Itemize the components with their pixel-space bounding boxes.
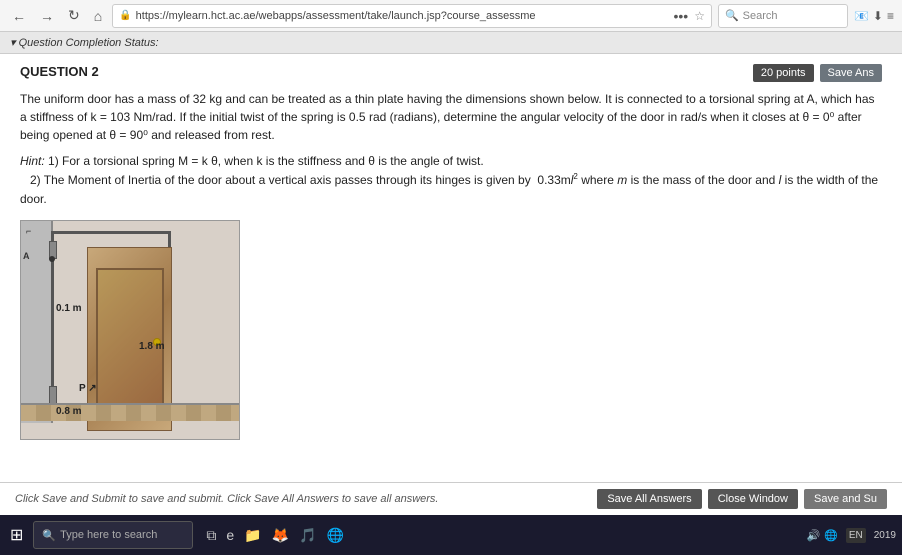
browser-action-buttons: 📧 ⬇ ≡ xyxy=(854,9,894,23)
question-title: QUESTION 2 xyxy=(20,64,99,79)
address-bar[interactable]: 🔒 https://mylearn.hct.ac.ae/webapps/asse… xyxy=(112,4,712,28)
email-icon: 📧 xyxy=(854,9,869,23)
volume-icon: 🔊 xyxy=(806,529,820,542)
app2-button[interactable]: 🌐 xyxy=(324,525,347,546)
taskbar-search-icon: 🔍 xyxy=(42,529,56,542)
start-button[interactable]: ⊞ xyxy=(6,523,27,547)
taskbar-search-box[interactable]: 🔍 Type here to search xyxy=(33,521,193,549)
search-label: Search xyxy=(743,10,778,22)
question-text: The uniform door has a mass of 32 kg and… xyxy=(20,90,882,144)
url-text: https://mylearn.hct.ac.ae/webapps/assess… xyxy=(136,10,668,22)
points-badge: 20 points xyxy=(753,64,814,82)
lock-icon: 🔒 xyxy=(119,10,131,21)
bookmark-icon: ☆ xyxy=(694,9,705,23)
taskbar: ⊞ 🔍 Type here to search ⧉ e 📁 🦊 🎵 🌐 🔊 🌐 … xyxy=(0,515,902,555)
menu-dots: ••• xyxy=(673,8,688,24)
spring-indicator xyxy=(49,256,55,262)
door-panel-inner xyxy=(96,268,164,408)
clock-display: 2019 xyxy=(874,530,896,541)
menu-icon: ≡ xyxy=(887,9,894,23)
task-view-button[interactable]: ⧉ xyxy=(203,525,219,546)
completion-status-bar: ▾ Question Completion Status: xyxy=(0,32,902,54)
p-arrow-label: P ↗ xyxy=(79,383,97,394)
firefox-button[interactable]: 🦊 xyxy=(269,525,292,546)
dim-18-label: 1.8 m xyxy=(139,341,165,352)
hint-label: Hint: xyxy=(20,154,45,168)
taskbar-search-text: Type here to search xyxy=(60,529,157,541)
dim-08-label: 0.8 m xyxy=(56,406,82,417)
save-all-answers-button[interactable]: Save All Answers xyxy=(597,489,701,509)
completion-status-text: ▾ Question Completion Status: xyxy=(10,37,159,49)
door-frame xyxy=(51,231,171,421)
spring-label: A xyxy=(23,251,30,261)
save-answer-button[interactable]: Save Ans xyxy=(820,64,882,82)
search-icon: 🔍 xyxy=(725,9,739,22)
hint1-text: 1) For a torsional spring M = k θ, when … xyxy=(48,154,484,168)
main-content-area: QUESTION 2 20 points Save Ans The unifor… xyxy=(0,54,902,537)
footer-buttons: Save All Answers Close Window Save and S… xyxy=(597,489,887,509)
floor xyxy=(21,403,239,421)
hint2-text: 2) The Moment of Inertia of the door abo… xyxy=(20,173,878,206)
save-and-submit-button[interactable]: Save and Su xyxy=(804,489,887,509)
close-window-button[interactable]: Close Window xyxy=(708,489,798,509)
browser-search-box[interactable]: 🔍 Search xyxy=(718,4,848,28)
question-header: QUESTION 2 20 points Save Ans xyxy=(20,64,882,82)
hint-section: Hint: 1) For a torsional spring M = k θ,… xyxy=(20,152,882,210)
refresh-button[interactable]: ↻ xyxy=(64,5,84,26)
app1-button[interactable]: 🎵 xyxy=(296,525,319,546)
hinge-bottom xyxy=(49,386,57,404)
edge-button[interactable]: e xyxy=(223,525,237,545)
explorer-button[interactable]: 📁 xyxy=(241,525,264,546)
home-button[interactable]: ⌂ xyxy=(90,6,106,26)
forward-button[interactable]: → xyxy=(36,6,58,26)
browser-chrome: ← → ↻ ⌂ 🔒 https://mylearn.hct.ac.ae/weba… xyxy=(0,0,902,32)
taskbar-right: 🔊 🌐 EN 2019 xyxy=(806,528,896,543)
footer-bar: Click Save and Submit to save and submit… xyxy=(0,482,902,515)
corner-bracket: ⌐ xyxy=(26,226,31,236)
network-icon: 🌐 xyxy=(824,529,838,542)
door-diagram: A 0.1 m 1.8 m 0.8 m P ↗ ⌐ xyxy=(20,220,240,440)
question-container: QUESTION 2 20 points Save Ans The unifor… xyxy=(0,54,902,460)
taskbar-icons: ⧉ e 📁 🦊 🎵 🌐 xyxy=(203,525,347,546)
back-button[interactable]: ← xyxy=(8,6,30,26)
clock-time: 2019 xyxy=(874,530,896,541)
question-points-area: 20 points Save Ans xyxy=(753,64,882,82)
language-indicator: EN xyxy=(846,528,866,543)
dim-01-label: 0.1 m xyxy=(56,303,82,314)
question-body: The uniform door has a mass of 32 kg and… xyxy=(20,92,875,142)
sys-tray: 🔊 🌐 xyxy=(806,529,837,542)
download-icon: ⬇ xyxy=(873,9,883,23)
footer-text: Click Save and Submit to save and submit… xyxy=(15,493,438,505)
